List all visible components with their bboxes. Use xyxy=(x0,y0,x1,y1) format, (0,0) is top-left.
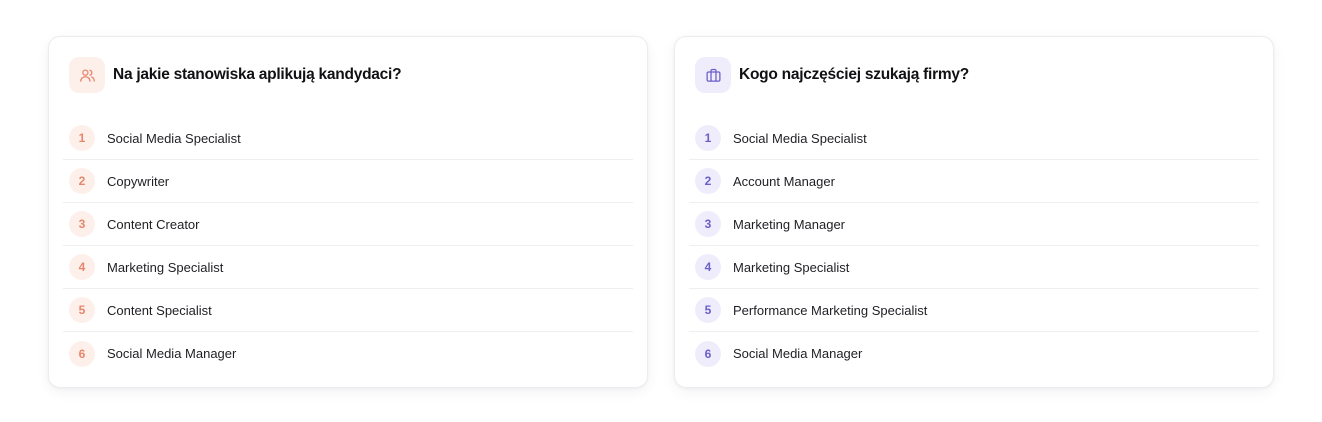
rank-badge: 3 xyxy=(69,211,95,237)
position-label: Copywriter xyxy=(107,173,170,189)
card-header: Kogo najczęściej szukają firmy? xyxy=(695,57,969,93)
rank-badge: 2 xyxy=(695,168,721,194)
rank-badge: 1 xyxy=(69,125,95,151)
position-label: Content Creator xyxy=(107,216,200,232)
candidates-applications-card: Na jakie stanowiska aplikują kandydaci? … xyxy=(48,36,648,388)
list-item: 1 Social Media Specialist xyxy=(689,117,1259,160)
briefcase-icon xyxy=(695,57,731,93)
list-item: 5 Content Specialist xyxy=(63,289,633,332)
list-item: 3 Content Creator xyxy=(63,203,633,246)
rank-badge: 6 xyxy=(695,340,721,367)
position-label: Social Media Manager xyxy=(733,346,863,361)
position-label: Social Media Manager xyxy=(107,346,237,361)
rank-badge: 5 xyxy=(69,297,95,323)
position-label: Social Media Specialist xyxy=(107,130,241,146)
list-item: 1 Social Media Specialist xyxy=(63,117,633,160)
list-item: 6 Social Media Manager xyxy=(63,332,633,375)
users-icon xyxy=(69,57,105,93)
position-label: Marketing Specialist xyxy=(733,259,850,275)
card-title: Kogo najczęściej szukają firmy? xyxy=(739,66,970,83)
rank-badge: 3 xyxy=(695,211,721,237)
list-item: 6 Social Media Manager xyxy=(689,332,1259,375)
position-label: Performance Marketing Specialist xyxy=(733,302,928,318)
position-label: Marketing Specialist xyxy=(107,259,224,275)
rank-badge: 5 xyxy=(695,297,721,323)
list-item: 2 Account Manager xyxy=(689,160,1259,203)
list-item: 4 Marketing Specialist xyxy=(689,246,1259,289)
position-label: Account Manager xyxy=(733,173,835,189)
rank-badge: 1 xyxy=(695,125,721,151)
list-item: 4 Marketing Specialist xyxy=(63,246,633,289)
companies-search-card: Kogo najczęściej szukają firmy? 1 Social… xyxy=(674,36,1274,388)
ranking-list: 1 Social Media Specialist 2 Account Mana… xyxy=(689,117,1259,375)
ranking-list: 1 Social Media Specialist 2 Copywriter 3… xyxy=(63,117,633,375)
rank-badge: 4 xyxy=(695,254,721,280)
rank-badge: 4 xyxy=(69,254,95,280)
position-label: Marketing Manager xyxy=(733,216,845,232)
position-label: Content Specialist xyxy=(107,302,212,318)
list-item: 3 Marketing Manager xyxy=(689,203,1259,246)
rank-badge: 2 xyxy=(69,168,95,194)
position-label: Social Media Specialist xyxy=(733,130,867,146)
card-title: Na jakie stanowiska aplikują kandydaci? xyxy=(113,66,402,83)
list-item: 2 Copywriter xyxy=(63,160,633,203)
card-header: Na jakie stanowiska aplikują kandydaci? xyxy=(69,57,402,93)
rank-badge: 6 xyxy=(69,340,95,367)
list-item: 5 Performance Marketing Specialist xyxy=(689,289,1259,332)
